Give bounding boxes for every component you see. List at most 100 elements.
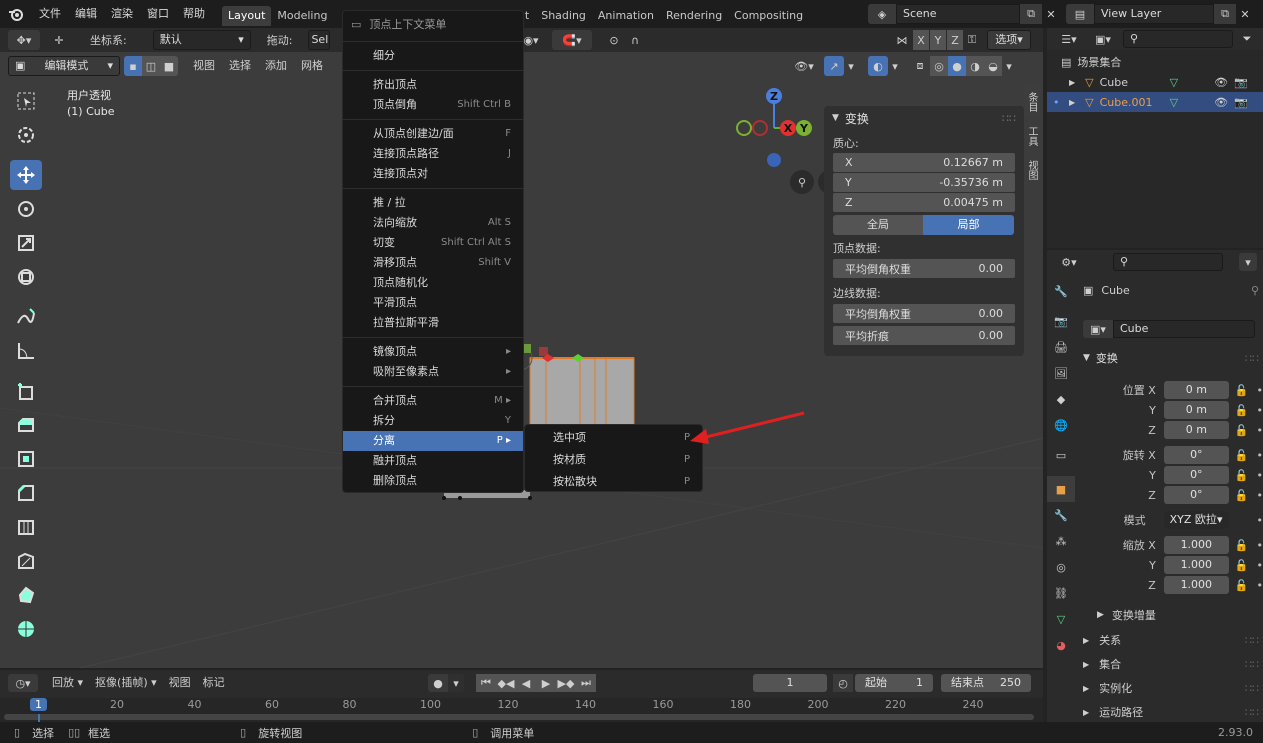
output-tab-icon[interactable]: 🖨 bbox=[1047, 334, 1075, 360]
options-dropdown[interactable]: 选项 ▾ bbox=[987, 30, 1031, 50]
move-gizmo-icon[interactable]: ✛ bbox=[48, 30, 70, 50]
edge-select-icon[interactable]: ◫ bbox=[142, 56, 160, 76]
submenu-item[interactable]: 按松散块 P bbox=[525, 471, 702, 493]
scene-collection-row[interactable]: ▤ 场景集合 bbox=[1047, 52, 1263, 72]
falloff-icon[interactable]: ∩ bbox=[624, 30, 646, 50]
workspace-tab[interactable]: Compositing bbox=[728, 6, 809, 26]
context-menu-item[interactable]: 连接顶点路径 J bbox=[343, 144, 523, 164]
keyframe-dot-icon[interactable]: • bbox=[1257, 539, 1263, 552]
context-menu-item[interactable]: 融并顶点 bbox=[343, 451, 523, 471]
chevron-down-icon[interactable]: ▾ bbox=[448, 674, 464, 692]
context-menu-item[interactable]: 滑移顶点 Shift V bbox=[343, 253, 523, 273]
proportional-icon[interactable]: ⊙ bbox=[604, 30, 624, 50]
prev-keyframe-icon[interactable]: ◆◀ bbox=[496, 674, 516, 692]
rotate-tool-icon[interactable] bbox=[10, 194, 42, 224]
render-tab-icon[interactable]: 📷 bbox=[1047, 308, 1075, 334]
bevel-icon[interactable] bbox=[10, 478, 42, 508]
lock-icon[interactable]: 🔓 bbox=[1235, 424, 1249, 437]
context-menu-item[interactable]: 镜像顶点 ▸ bbox=[343, 342, 523, 362]
property-section-header[interactable]: ▶ 集合 ∷∷ bbox=[1083, 652, 1263, 676]
properties-search-input[interactable]: ⚲ bbox=[1113, 253, 1223, 271]
measure-icon[interactable] bbox=[10, 336, 42, 366]
camera-icon[interactable]: 📷 bbox=[1234, 76, 1248, 89]
context-menu-item[interactable]: 分离 P ▸ bbox=[343, 431, 523, 451]
lock-icon[interactable]: 🔓 bbox=[1235, 449, 1249, 462]
pin-icon[interactable]: ⚲ bbox=[1251, 284, 1259, 297]
cursor-icon[interactable] bbox=[10, 120, 42, 150]
tab-tool[interactable]: 工具 bbox=[1024, 120, 1039, 152]
keyframe-dot-icon[interactable]: • bbox=[1257, 514, 1263, 527]
tab-view[interactable]: 视图 bbox=[1024, 154, 1039, 186]
play-reverse-icon[interactable]: ◀ bbox=[516, 674, 536, 692]
overlay-icon[interactable]: ◐ bbox=[868, 56, 888, 76]
extrude-icon[interactable] bbox=[10, 410, 42, 440]
lock-icon[interactable]: 🔓 bbox=[1235, 469, 1249, 482]
gizmo-toggle-icon[interactable]: ↗ bbox=[824, 56, 844, 76]
chevron-down-icon[interactable]: ▾ bbox=[888, 56, 902, 76]
workspace-tab[interactable]: Modeling bbox=[271, 6, 333, 26]
transform-icon[interactable]: ✥▾ bbox=[8, 30, 40, 50]
context-menu-item[interactable]: 拉普拉斯平滑 bbox=[343, 313, 523, 333]
playhead[interactable] bbox=[38, 714, 40, 722]
timeline-menu-item[interactable]: 视图 bbox=[163, 670, 197, 696]
context-menu-item[interactable]: 细分 bbox=[343, 46, 523, 66]
lock-icon[interactable]: 🔓 bbox=[1235, 559, 1249, 572]
drag-handle-icon[interactable]: ∷∷ bbox=[1002, 112, 1016, 125]
workspace-tab[interactable]: Rendering bbox=[660, 6, 728, 26]
select-box-icon[interactable] bbox=[10, 86, 42, 116]
world-tab-icon[interactable]: 🌐 bbox=[1047, 412, 1075, 438]
keyframe-dot-icon[interactable]: • bbox=[1257, 579, 1263, 592]
context-menu-item[interactable]: 推 / 拉 bbox=[343, 193, 523, 213]
transform-tool-icon[interactable] bbox=[10, 262, 42, 292]
chevron-down-icon[interactable]: ▾ bbox=[1239, 253, 1257, 271]
edge-bevel-weight-field[interactable]: 平均倒角权重 0.00 bbox=[833, 304, 1015, 323]
context-menu-item[interactable]: 连接顶点对 bbox=[343, 164, 523, 184]
timeline-scrollbar[interactable] bbox=[4, 714, 1034, 720]
context-menu-item[interactable]: 删除顶点 bbox=[343, 471, 523, 491]
keyframe-dot-icon[interactable]: • bbox=[1257, 489, 1263, 502]
face-select-icon[interactable]: ■ bbox=[160, 56, 178, 76]
loop-cut-icon[interactable] bbox=[10, 512, 42, 542]
data-tab-icon[interactable]: ▽ bbox=[1047, 606, 1075, 632]
context-menu-item[interactable]: 挤出顶点 bbox=[343, 75, 523, 95]
next-keyframe-icon[interactable]: ▶◆ bbox=[556, 674, 576, 692]
scene-tab-icon[interactable]: ◆ bbox=[1047, 386, 1075, 412]
annotate-icon[interactable] bbox=[10, 302, 42, 332]
value-field[interactable]: 1.000 bbox=[1163, 576, 1229, 594]
jump-start-icon[interactable]: ⏮ bbox=[476, 674, 496, 692]
submenu-item[interactable]: 选中项 P bbox=[525, 427, 702, 449]
navigation-gizmo[interactable]: Z Y X bbox=[730, 86, 820, 178]
scene-selector[interactable]: ◈ Scene ⧉ ✕ bbox=[868, 4, 1060, 24]
mirror-y[interactable]: Y bbox=[930, 30, 946, 50]
wireframe-shading-icon[interactable]: ◎ bbox=[930, 56, 948, 76]
poly-build-icon[interactable] bbox=[10, 580, 42, 610]
timeline-menu-item[interactable]: 标记 bbox=[197, 670, 231, 696]
submenu-item[interactable]: 按材质 P bbox=[525, 449, 702, 471]
keyframe-dot-icon[interactable]: • bbox=[1257, 424, 1263, 437]
lock-icon[interactable]: 🔓 bbox=[1235, 539, 1249, 552]
play-icon[interactable]: ▶ bbox=[536, 674, 556, 692]
constraints-tab-icon[interactable]: ⛓ bbox=[1047, 580, 1075, 606]
jump-end-icon[interactable]: ⏭ bbox=[576, 674, 596, 692]
display-mode-icon[interactable]: ▣▾ bbox=[1089, 30, 1117, 48]
value-field[interactable]: 0° bbox=[1163, 486, 1229, 504]
property-section-header[interactable]: ▶ 运动路径 ∷∷ bbox=[1083, 700, 1263, 724]
workspace-tab[interactable]: Animation bbox=[592, 6, 660, 26]
value-field[interactable]: 0 m bbox=[1163, 401, 1229, 419]
particles-tab-icon[interactable]: ⁂ bbox=[1047, 528, 1075, 554]
drag-handle-icon[interactable]: ∷∷ bbox=[1245, 352, 1259, 365]
chevron-down-icon[interactable]: ▾ bbox=[1002, 56, 1016, 76]
stopwatch-icon[interactable]: ◴ bbox=[833, 674, 853, 692]
drag-handle-icon[interactable]: ∷∷ bbox=[1245, 706, 1259, 719]
object-name[interactable]: Cube bbox=[1101, 284, 1129, 297]
lock-icon[interactable]: 🔓 bbox=[1235, 384, 1249, 397]
modifier-tab-icon[interactable]: 🔧 bbox=[1047, 502, 1075, 528]
eye-icon[interactable]: 👁 bbox=[1214, 96, 1228, 109]
coord-system-select[interactable]: 默认 ▾ bbox=[152, 30, 251, 50]
expand-icon[interactable]: ▶ bbox=[1069, 98, 1075, 107]
drag-select[interactable]: Sel bbox=[308, 30, 331, 50]
context-menu-item[interactable]: 法向缩放 Alt S bbox=[343, 213, 523, 233]
property-section-header[interactable]: ▶ 关系 ∷∷ bbox=[1083, 628, 1263, 652]
add-cube-icon[interactable] bbox=[10, 376, 42, 406]
mode-select[interactable]: ▣ 编辑模式 ▾ bbox=[8, 56, 120, 76]
